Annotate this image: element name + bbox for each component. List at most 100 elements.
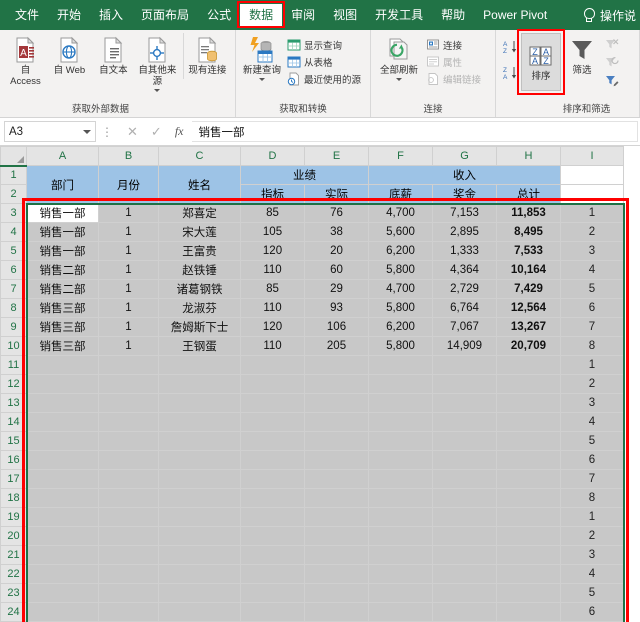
cell-F21[interactable] — [368, 545, 433, 565]
cell-G19[interactable] — [432, 507, 497, 527]
cell-D19[interactable] — [240, 507, 305, 527]
row-header-20[interactable]: 20 — [0, 526, 27, 546]
cell-C24[interactable] — [158, 602, 241, 622]
cell-E5[interactable]: 20 — [304, 241, 369, 261]
cell-E8[interactable]: 93 — [304, 298, 369, 318]
cell-D17[interactable] — [240, 469, 305, 489]
cell-B17[interactable] — [98, 469, 159, 489]
cell-C4[interactable]: 宋大莲 — [158, 222, 241, 242]
cell-D11[interactable] — [240, 355, 305, 375]
cell-I1[interactable] — [560, 165, 624, 185]
header-cell-performance-group[interactable]: 业绩 — [240, 165, 369, 185]
cell-I24[interactable]: 6 — [560, 602, 624, 622]
cell-H21[interactable] — [496, 545, 561, 565]
cell-A16[interactable] — [26, 450, 99, 470]
cell-C8[interactable]: 龙淑芬 — [158, 298, 241, 318]
cell-G20[interactable] — [432, 526, 497, 546]
cell-F14[interactable] — [368, 412, 433, 432]
confirm-check-icon[interactable]: ✓ — [151, 124, 162, 140]
cell-G9[interactable]: 7,067 — [432, 317, 497, 337]
cell-G18[interactable] — [432, 488, 497, 508]
row-header-24[interactable]: 24 — [0, 602, 27, 622]
row-header-16[interactable]: 16 — [0, 450, 27, 470]
header-cell-actual[interactable]: 实际 — [304, 184, 369, 204]
row-header-19[interactable]: 19 — [0, 507, 27, 527]
cell-I2[interactable] — [560, 184, 624, 204]
cell-F13[interactable] — [368, 393, 433, 413]
cell-H19[interactable] — [496, 507, 561, 527]
row-header-5[interactable]: 5 — [0, 241, 27, 261]
column-header-F[interactable]: F — [368, 146, 433, 166]
row-header-9[interactable]: 9 — [0, 317, 27, 337]
tab-help[interactable]: 帮助 — [432, 4, 474, 26]
column-header-B[interactable]: B — [98, 146, 159, 166]
header-cell-target[interactable]: 指标 — [240, 184, 305, 204]
cell-H23[interactable] — [496, 583, 561, 603]
cell-A10[interactable]: 销售三部 — [26, 336, 99, 356]
header-cell-base-salary[interactable]: 底薪 — [368, 184, 433, 204]
from-other-sources-button[interactable]: 自其他来源 — [136, 33, 179, 94]
cell-I16[interactable]: 6 — [560, 450, 624, 470]
cell-G6[interactable]: 4,364 — [432, 260, 497, 280]
cell-H8[interactable]: 12,564 — [496, 298, 561, 318]
row-header-17[interactable]: 17 — [0, 469, 27, 489]
cell-C22[interactable] — [158, 564, 241, 584]
cell-I7[interactable]: 5 — [560, 279, 624, 299]
from-table-button[interactable]: 从表格 — [285, 53, 363, 70]
connections-button[interactable]: 连接 — [424, 36, 483, 53]
cell-A12[interactable] — [26, 374, 99, 394]
column-header-A[interactable]: A — [26, 146, 99, 166]
cell-H6[interactable]: 10,164 — [496, 260, 561, 280]
cell-A22[interactable] — [26, 564, 99, 584]
tab-formulas[interactable]: 公式 — [198, 4, 240, 26]
cancel-x-icon[interactable]: ✕ — [127, 124, 138, 140]
cell-H16[interactable] — [496, 450, 561, 470]
cell-E6[interactable]: 60 — [304, 260, 369, 280]
cell-B19[interactable] — [98, 507, 159, 527]
cell-E4[interactable]: 38 — [304, 222, 369, 242]
cell-A15[interactable] — [26, 431, 99, 451]
cell-B9[interactable]: 1 — [98, 317, 159, 337]
cell-D12[interactable] — [240, 374, 305, 394]
cell-C13[interactable] — [158, 393, 241, 413]
cell-C19[interactable] — [158, 507, 241, 527]
cell-B11[interactable] — [98, 355, 159, 375]
cell-E19[interactable] — [304, 507, 369, 527]
cell-F15[interactable] — [368, 431, 433, 451]
cell-G16[interactable] — [432, 450, 497, 470]
header-cell-dept[interactable]: 部门 — [26, 165, 99, 204]
cell-F6[interactable]: 5,800 — [368, 260, 433, 280]
tab-view[interactable]: 视图 — [324, 4, 366, 26]
cell-G7[interactable]: 2,729 — [432, 279, 497, 299]
cell-C20[interactable] — [158, 526, 241, 546]
cell-D22[interactable] — [240, 564, 305, 584]
cell-E23[interactable] — [304, 583, 369, 603]
cell-B5[interactable]: 1 — [98, 241, 159, 261]
cell-G11[interactable] — [432, 355, 497, 375]
cell-F4[interactable]: 5,600 — [368, 222, 433, 242]
cell-A14[interactable] — [26, 412, 99, 432]
cell-H5[interactable]: 7,533 — [496, 241, 561, 261]
cell-A11[interactable] — [26, 355, 99, 375]
cell-C16[interactable] — [158, 450, 241, 470]
cell-E10[interactable]: 205 — [304, 336, 369, 356]
cell-E24[interactable] — [304, 602, 369, 622]
cell-D10[interactable]: 110 — [240, 336, 305, 356]
recent-sources-button[interactable]: 最近使用的源 — [285, 70, 363, 87]
cell-H9[interactable]: 13,267 — [496, 317, 561, 337]
cell-H17[interactable] — [496, 469, 561, 489]
cell-F12[interactable] — [368, 374, 433, 394]
cell-G5[interactable]: 1,333 — [432, 241, 497, 261]
tab-page-layout[interactable]: 页面布局 — [132, 4, 198, 26]
cell-F10[interactable]: 5,800 — [368, 336, 433, 356]
cell-E12[interactable] — [304, 374, 369, 394]
cell-I3[interactable]: 1 — [560, 203, 624, 223]
row-header-3[interactable]: 3 — [0, 203, 27, 223]
cell-I19[interactable]: 1 — [560, 507, 624, 527]
cell-A7[interactable]: 销售二部 — [26, 279, 99, 299]
row-header-18[interactable]: 18 — [0, 488, 27, 508]
cell-E16[interactable] — [304, 450, 369, 470]
sort-button[interactable]: Z A A Z 排序 — [521, 33, 561, 91]
cell-D14[interactable] — [240, 412, 305, 432]
row-header-8[interactable]: 8 — [0, 298, 27, 318]
